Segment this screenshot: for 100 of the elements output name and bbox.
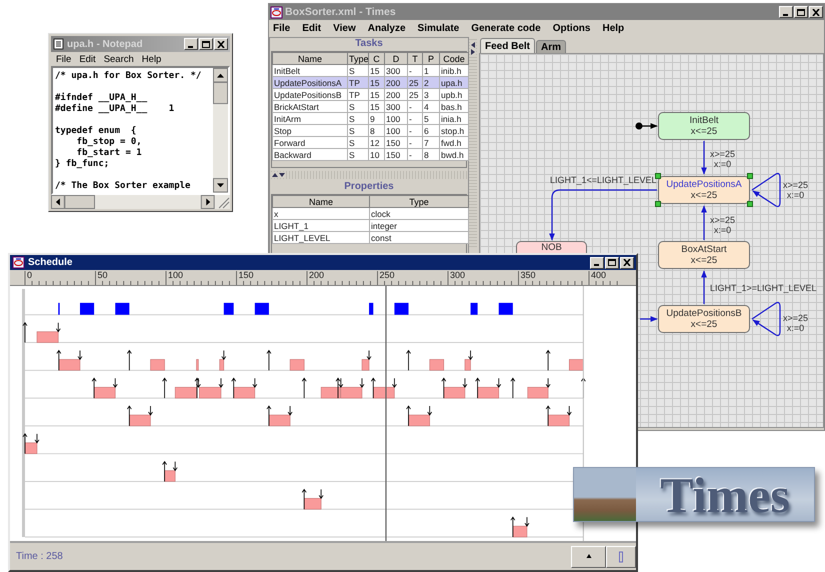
selection-handle[interactable]	[747, 173, 753, 179]
menu-item[interactable]: File	[273, 23, 290, 34]
column-header[interactable]: T	[408, 52, 422, 64]
state-node[interactable]: UpdatePositionsA x<=25	[658, 176, 750, 204]
ruler-label: 150	[238, 270, 254, 280]
bar-icon	[617, 550, 625, 562]
menu-item[interactable]: Search	[104, 54, 134, 64]
close-icon	[812, 8, 820, 16]
state-node[interactable]: UpdatePositionsB x<=25	[658, 305, 750, 333]
table-row[interactable]: Forward S 12 150 - 7 fwd.h	[272, 136, 468, 148]
transition-arrow[interactable]	[640, 316, 658, 322]
table-cell: 10	[368, 148, 384, 160]
minimize-button[interactable]	[779, 6, 793, 18]
toggle-button[interactable]	[606, 546, 636, 568]
menu-item[interactable]: Edit	[79, 54, 96, 64]
transition-arrow[interactable]	[701, 270, 707, 304]
table-row[interactable]: UpdatePositionsA TP 15 200 25 2 upa.h	[272, 76, 468, 88]
horizontal-scrollbar[interactable]	[51, 195, 230, 209]
close-button[interactable]	[620, 256, 634, 268]
minimize-button[interactable]	[590, 256, 604, 268]
state-name: UpdatePositionsA	[666, 179, 742, 190]
step-button[interactable]	[571, 546, 606, 568]
code-line: fb_stop = 0,	[76, 137, 143, 148]
state-node[interactable]: InitBelt x<=25	[658, 112, 750, 140]
ruler-label: 300	[450, 270, 466, 280]
maximize-button[interactable]	[199, 38, 213, 50]
column-header[interactable]: Type	[348, 52, 368, 64]
maximize-button[interactable]	[794, 6, 808, 18]
close-button[interactable]	[809, 6, 823, 18]
state-name: BoxAtStart	[681, 244, 727, 255]
table-row[interactable]: InitArm S 9 100 - 5 inia.h	[272, 112, 468, 124]
transition-arrow[interactable]	[549, 189, 657, 241]
table-row[interactable]: LIGHT_1 integer	[272, 220, 468, 232]
table-cell: const	[370, 232, 468, 244]
state-name: UpdatePositionsB	[666, 308, 742, 319]
ruler-label: 100	[168, 270, 184, 280]
guard-label: x>=25	[783, 180, 808, 190]
selection-handle[interactable]	[655, 201, 661, 207]
self-loop-arrow[interactable]	[752, 302, 781, 336]
text-area[interactable]: /* upa.h for Box Sorter. */ #ifndef __UPA_H__ #define __UPA_H__ 1 typedef enum { fb_stop = 0, fb_start = 1 } fb_func; /* The Box Sorter example	[51, 66, 230, 195]
column-header[interactable]: C	[368, 52, 384, 64]
minimize-button[interactable]	[184, 38, 198, 50]
table-cell: S	[348, 148, 368, 160]
close-button[interactable]	[214, 38, 228, 50]
maximize-button[interactable]	[605, 256, 619, 268]
transition-arrow[interactable]	[701, 141, 707, 175]
assignment-label: x:=0	[786, 323, 804, 333]
code-line: typedef enum {	[55, 126, 138, 137]
column-header[interactable]: Name	[272, 196, 370, 208]
state-invariant: x<=25	[690, 126, 718, 137]
tab[interactable]: Arm	[536, 40, 566, 53]
state-node[interactable]: NOB	[516, 241, 587, 253]
ruler-label: 250	[380, 270, 395, 280]
state-node[interactable]: BoxAtStart x<=25	[658, 241, 750, 269]
menu-item[interactable]: Help	[602, 23, 624, 34]
splitter-arrows-icon[interactable]	[470, 41, 476, 55]
menu-item[interactable]: Simulate	[418, 23, 460, 34]
menu-item[interactable]: Help	[142, 54, 162, 64]
vertical-scrollbar[interactable]	[213, 68, 228, 193]
table-row[interactable]: UpdatePositionsB TP 15 200 25 3 upb.h	[272, 88, 468, 100]
menu-item[interactable]: File	[56, 54, 72, 64]
column-header[interactable]: Code	[440, 52, 468, 64]
time-readout: Time : 258	[16, 551, 64, 562]
ruler-label: 400	[591, 270, 606, 280]
menu-item[interactable]: View	[333, 23, 356, 34]
menu-item[interactable]: Edit	[302, 23, 322, 34]
column-header[interactable]: Type	[370, 196, 468, 208]
transition-arrow[interactable]	[701, 205, 707, 240]
table-cell: 8	[422, 148, 440, 160]
column-header[interactable]: P	[422, 52, 440, 64]
table-row[interactable]: Backward S 10 150 - 8 bwd.h	[272, 148, 468, 160]
code-line: /* The Box Sorter example	[55, 181, 192, 192]
initial-state-arrow	[636, 122, 658, 130]
panel-title: Tasks	[354, 38, 384, 51]
code-line: /* upa.h for Box Sorter. */	[55, 71, 202, 82]
splitter-arrows-icon[interactable]	[271, 172, 285, 178]
state-invariant: x<=25	[690, 319, 718, 330]
menu-item[interactable]: Analyze	[368, 23, 406, 34]
guard-label: LIGHT_1>=LIGHT_LEVEL	[710, 283, 817, 293]
table-row[interactable]: BrickAtStart S 15 300 - 4 bas.h	[272, 100, 468, 112]
menu-item[interactable]: Options	[552, 23, 590, 34]
ruler-label: 0	[27, 270, 32, 280]
table-row[interactable]: LIGHT_LEVEL const	[272, 232, 468, 244]
window-title: Schedule	[28, 257, 74, 268]
selection-handle[interactable]	[747, 201, 753, 207]
column-header[interactable]: D	[384, 52, 408, 64]
close-icon	[623, 259, 631, 266]
column-header[interactable]: Name	[272, 52, 348, 64]
code-line: #define __UPA_H__ 1	[55, 104, 176, 115]
table-row[interactable]: Stop S 8 100 - 6 stop.h	[272, 124, 468, 136]
maximize-icon	[797, 8, 805, 16]
table-row[interactable]: InitBelt S 15 300 - 1 inib.h	[272, 64, 468, 76]
selection-handle[interactable]	[655, 173, 661, 179]
tab[interactable]: Feed Belt	[480, 38, 536, 53]
menu-item[interactable]: Generate code	[471, 23, 541, 34]
code-line: fb_start = 1	[76, 148, 143, 159]
table-row[interactable]: x clock	[272, 208, 468, 220]
self-loop-arrow[interactable]	[752, 172, 781, 208]
maximize-icon	[202, 40, 210, 48]
table-cell: LIGHT_LEVEL	[272, 232, 370, 244]
